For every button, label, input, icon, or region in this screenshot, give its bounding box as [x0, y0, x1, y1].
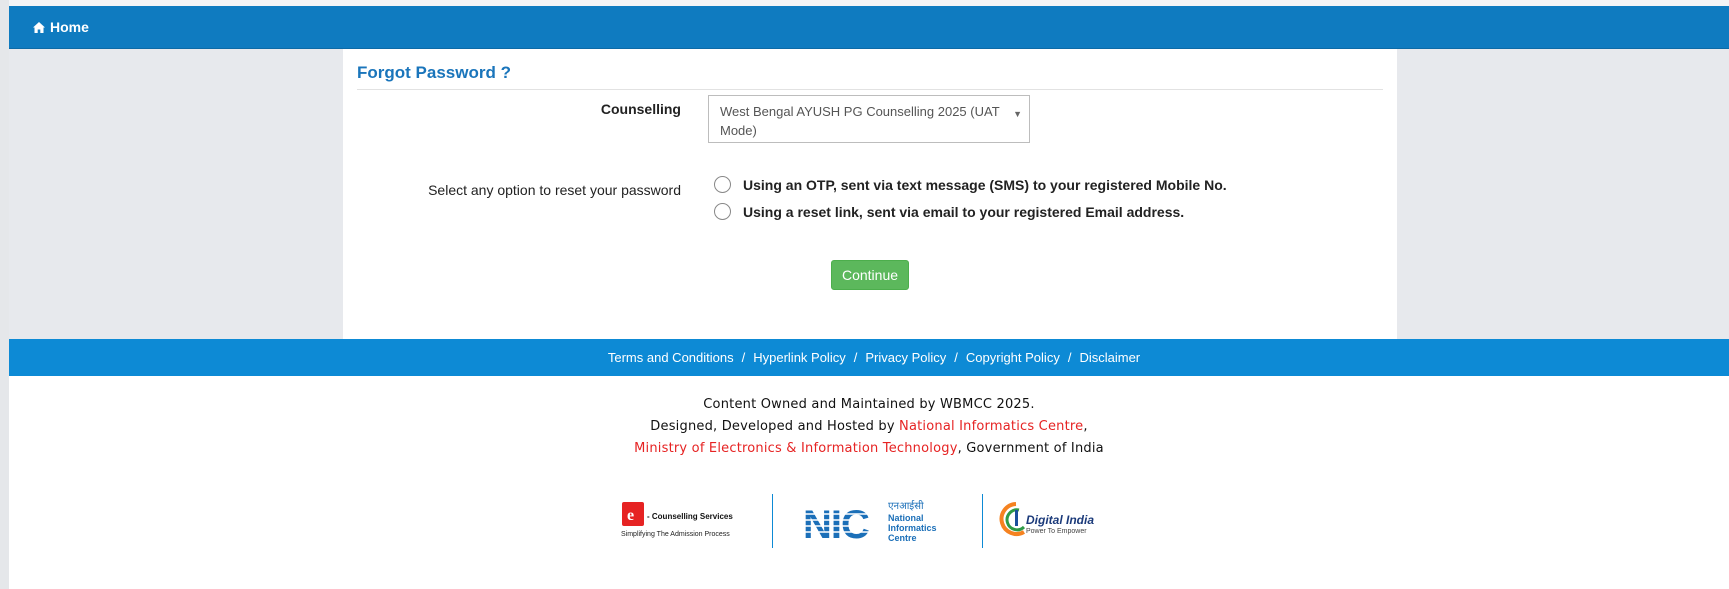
- disclaimer-link[interactable]: Disclaimer: [1079, 350, 1140, 365]
- reset-option-label: Select any option to reset your password: [428, 182, 681, 198]
- link-separator: /: [1067, 350, 1072, 365]
- link-separator: /: [741, 350, 746, 365]
- nic-logo-text: NIC: [803, 503, 869, 547]
- digital-india-text: Digital India: [1026, 513, 1094, 527]
- email-option[interactable]: Using a reset link, sent via email to yo…: [714, 203, 1184, 220]
- otp-option[interactable]: Using an OTP, sent via text message (SMS…: [714, 176, 1227, 193]
- nic-name-line-1: National: [888, 513, 924, 523]
- nic-hindi-text: एनआईसी: [888, 500, 924, 512]
- link-separator: /: [954, 350, 958, 365]
- page-title: Forgot Password ?: [357, 63, 511, 82]
- copyright-policy-link[interactable]: Copyright Policy: [966, 350, 1060, 365]
- title-divider: [357, 89, 1383, 90]
- email-radio[interactable]: [714, 203, 731, 220]
- ecs-brand-text: - Counselling Services: [647, 512, 733, 521]
- hyperlink-policy-link[interactable]: Hyperlink Policy: [753, 350, 845, 365]
- footer-links-bar: Terms and Conditions / Hyperlink Policy …: [9, 339, 1729, 376]
- digital-india-tagline: Power To Empower: [1026, 528, 1087, 535]
- credits-government: , Government of India: [957, 441, 1104, 456]
- home-label: Home: [50, 19, 89, 35]
- terms-link[interactable]: Terms and Conditions: [608, 350, 734, 365]
- credits-line-2: Designed, Developed and Hosted by Nation…: [9, 416, 1729, 438]
- logo-divider: [982, 494, 983, 548]
- credits-comma: ,: [1083, 419, 1088, 434]
- window-left-edge: [0, 0, 9, 589]
- credits-designed-by: Designed, Developed and Hosted by: [650, 419, 900, 434]
- footer-credits: Content Owned and Maintained by WBMCC 20…: [9, 394, 1729, 460]
- privacy-policy-link[interactable]: Privacy Policy: [865, 350, 946, 365]
- email-option-label: Using a reset link, sent via email to yo…: [743, 203, 1185, 220]
- counselling-select-value: West Bengal AYUSH PG Counselling 2025 (U…: [720, 104, 1000, 138]
- ministry-credit-link[interactable]: Ministry of Electronics & Information Te…: [634, 441, 957, 456]
- digital-india-logo: Digital India Power To Empower: [999, 502, 1094, 536]
- counselling-label: Counselling: [600, 101, 681, 117]
- otp-option-label: Using an OTP, sent via text message (SMS…: [743, 176, 1227, 193]
- logo-divider: [772, 494, 773, 548]
- credits-line-3: Ministry of Electronics & Information Te…: [9, 438, 1729, 460]
- footer-logos: e - Counselling Services Simplifying The…: [620, 490, 1140, 550]
- nic-name-line-3: Centre: [888, 533, 917, 543]
- home-link[interactable]: Home: [33, 6, 89, 48]
- nic-logo: NIC एनआईसी National Informatics Centre: [802, 500, 937, 547]
- nic-name-line-2: Informatics: [888, 523, 937, 533]
- link-separator: /: [853, 350, 858, 365]
- dropdown-arrow-icon: ▼: [1013, 109, 1022, 119]
- svg-text:e: e: [627, 507, 634, 524]
- top-navbar: Home: [9, 6, 1729, 49]
- nic-credit-link[interactable]: National Informatics Centre: [899, 419, 1083, 434]
- credits-line-1: Content Owned and Maintained by WBMCC 20…: [703, 397, 1035, 412]
- partner-logos: e - Counselling Services Simplifying The…: [621, 494, 1094, 548]
- home-icon: [33, 21, 45, 33]
- ecs-tagline-text: Simplifying The Admission Process: [621, 531, 730, 538]
- otp-radio[interactable]: [714, 176, 731, 193]
- counselling-select[interactable]: West Bengal AYUSH PG Counselling 2025 (U…: [708, 95, 1030, 143]
- continue-button[interactable]: Continue: [831, 260, 909, 290]
- e-counselling-logo: e - Counselling Services Simplifying The…: [621, 502, 733, 538]
